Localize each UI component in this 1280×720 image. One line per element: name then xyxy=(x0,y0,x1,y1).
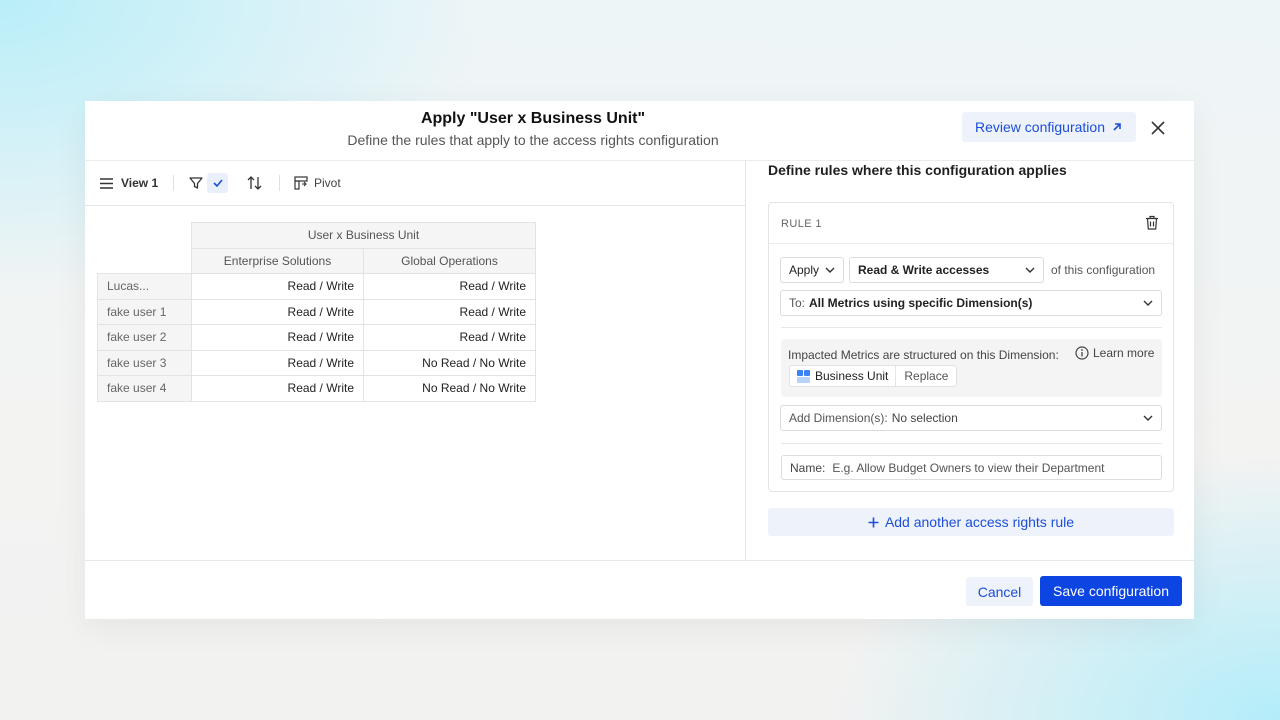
row-header: fake user 4 xyxy=(97,375,192,402)
toolbar-divider xyxy=(279,175,280,191)
impacted-metrics-text: Impacted Metrics are structured on this … xyxy=(788,348,1059,362)
table-column-header-row: Enterprise Solutions Global Operations xyxy=(98,247,536,274)
table-row: Lucas... Read / Write Read / Write xyxy=(97,273,536,300)
add-dimension-dropdown[interactable]: Add Dimension(s): No selection xyxy=(780,405,1162,431)
table-cell: Read / Write xyxy=(191,324,364,351)
corner-cell xyxy=(98,223,192,249)
filter-active-indicator[interactable] xyxy=(207,173,228,193)
rule-name-label: Name: xyxy=(790,460,826,475)
chevron-down-icon xyxy=(825,267,835,273)
table-row: fake user 2 Read / Write Read / Write xyxy=(97,324,536,351)
trash-icon[interactable] xyxy=(1145,215,1159,230)
preview-pane: View 1 Pivot User x Business Unit Enterp… xyxy=(85,161,745,560)
impacted-metrics-box: Impacted Metrics are structured on this … xyxy=(781,339,1162,397)
modal-title: Apply "User x Business Unit" xyxy=(420,110,646,127)
close-icon[interactable] xyxy=(1149,119,1167,137)
filter-button[interactable] xyxy=(189,173,203,193)
rules-panel: Define rules where this configuration ap… xyxy=(745,161,1194,560)
table-cell: Read / Write xyxy=(363,273,536,300)
add-dimension-value: No selection xyxy=(891,411,958,425)
rule-label: RULE 1 xyxy=(781,218,822,230)
chevron-down-icon xyxy=(1143,300,1153,306)
group-header: User x Business Unit xyxy=(191,222,536,249)
plus-icon xyxy=(868,517,879,527)
pivot-button[interactable]: Pivot xyxy=(294,173,341,193)
add-dimension-label: Add Dimension(s): xyxy=(789,411,888,425)
add-rule-label: Add another access rights rule xyxy=(884,514,1075,530)
chevron-down-icon xyxy=(1143,415,1153,421)
divider xyxy=(781,443,1162,444)
check-icon xyxy=(212,179,223,187)
divider xyxy=(781,327,1162,328)
configuration-modal: Apply "User x Business Unit" Define the … xyxy=(85,101,1194,619)
table-cell: Read / Write xyxy=(363,298,536,325)
sort-icon xyxy=(247,176,262,190)
pivot-icon xyxy=(294,176,308,190)
toolbar-divider xyxy=(173,175,174,191)
access-type-value: Read & Write accesses xyxy=(858,263,990,277)
table-cell: Read / Write xyxy=(191,273,364,300)
rule-card: RULE 1 Apply Read & Write accesses of th… xyxy=(768,202,1174,492)
review-configuration-label: Review configuration xyxy=(975,119,1105,135)
filter-icon xyxy=(189,177,203,189)
table-group-header-row: User x Business Unit xyxy=(98,222,536,249)
dimension-grid-icon xyxy=(797,369,810,383)
rules-panel-title: Define rules where this configuration ap… xyxy=(768,162,1067,178)
view-selector[interactable]: View 1 xyxy=(100,173,158,193)
modal-header: Apply "User x Business Unit" Define the … xyxy=(85,101,1194,161)
rule-header: RULE 1 xyxy=(769,203,1173,244)
info-icon xyxy=(1075,346,1089,360)
learn-more-link[interactable]: Learn more xyxy=(1075,346,1154,360)
add-rule-button[interactable]: Add another access rights rule xyxy=(768,508,1174,536)
corner-cell xyxy=(98,248,192,274)
table-cell: Read / Write xyxy=(191,375,364,402)
access-type-dropdown[interactable]: Read & Write accesses xyxy=(849,257,1044,283)
row-header: Lucas... xyxy=(97,273,192,300)
dimension-name: Business Unit xyxy=(815,369,889,383)
learn-more-label: Learn more xyxy=(1093,346,1155,360)
replace-dimension-button[interactable]: Replace xyxy=(896,366,956,386)
rule-name-input[interactable] xyxy=(832,460,1153,475)
table-row: fake user 1 Read / Write Read / Write xyxy=(97,298,536,325)
column-header: Global Operations xyxy=(363,247,536,274)
table-cell: Read / Write xyxy=(191,298,364,325)
apply-dropdown[interactable]: Apply xyxy=(780,257,844,283)
table-cell: No Read / No Write xyxy=(363,349,536,376)
replace-label: Replace xyxy=(904,369,949,383)
table-cell: No Read / No Write xyxy=(363,375,536,402)
table-row: fake user 3 Read / Write No Read / No Wr… xyxy=(97,349,536,376)
table-toolbar: View 1 Pivot xyxy=(85,161,745,206)
dimension-chip-label[interactable]: Business Unit xyxy=(790,366,897,386)
rule-name-field: Name: xyxy=(781,455,1162,480)
view-label: View 1 xyxy=(121,176,159,190)
review-configuration-button[interactable]: Review configuration xyxy=(962,112,1136,142)
table-cell: Read / Write xyxy=(191,349,364,376)
dimension-chip: Business Unit Replace xyxy=(789,365,958,387)
cancel-button[interactable]: Cancel xyxy=(966,577,1033,606)
row-header: fake user 1 xyxy=(97,298,192,325)
pivot-label: Pivot xyxy=(314,176,341,190)
menu-icon xyxy=(100,177,113,189)
table-cell: Read / Write xyxy=(363,324,536,351)
target-label: To: xyxy=(789,296,806,310)
apply-value: Apply xyxy=(789,263,820,277)
modal-footer: Cancel Save configuration xyxy=(85,560,1194,619)
target-value: All Metrics using specific Dimension(s) xyxy=(809,296,1033,310)
save-configuration-button[interactable]: Save configuration xyxy=(1040,576,1182,606)
arrow-up-right-icon xyxy=(1113,123,1121,131)
row-header: fake user 3 xyxy=(97,349,192,376)
access-preview-table: User x Business Unit Enterprise Solution… xyxy=(97,222,536,402)
of-configuration-text: of this configuration xyxy=(1051,263,1156,277)
target-dropdown[interactable]: To: All Metrics using specific Dimension… xyxy=(780,290,1162,316)
table-row: fake user 4 Read / Write No Read / No Wr… xyxy=(97,375,536,402)
modal-subtitle: Define the rules that apply to the acces… xyxy=(347,132,719,148)
column-header: Enterprise Solutions xyxy=(191,247,364,274)
sort-button[interactable] xyxy=(247,173,262,193)
chevron-down-icon xyxy=(1025,267,1035,273)
row-header: fake user 2 xyxy=(97,324,192,351)
